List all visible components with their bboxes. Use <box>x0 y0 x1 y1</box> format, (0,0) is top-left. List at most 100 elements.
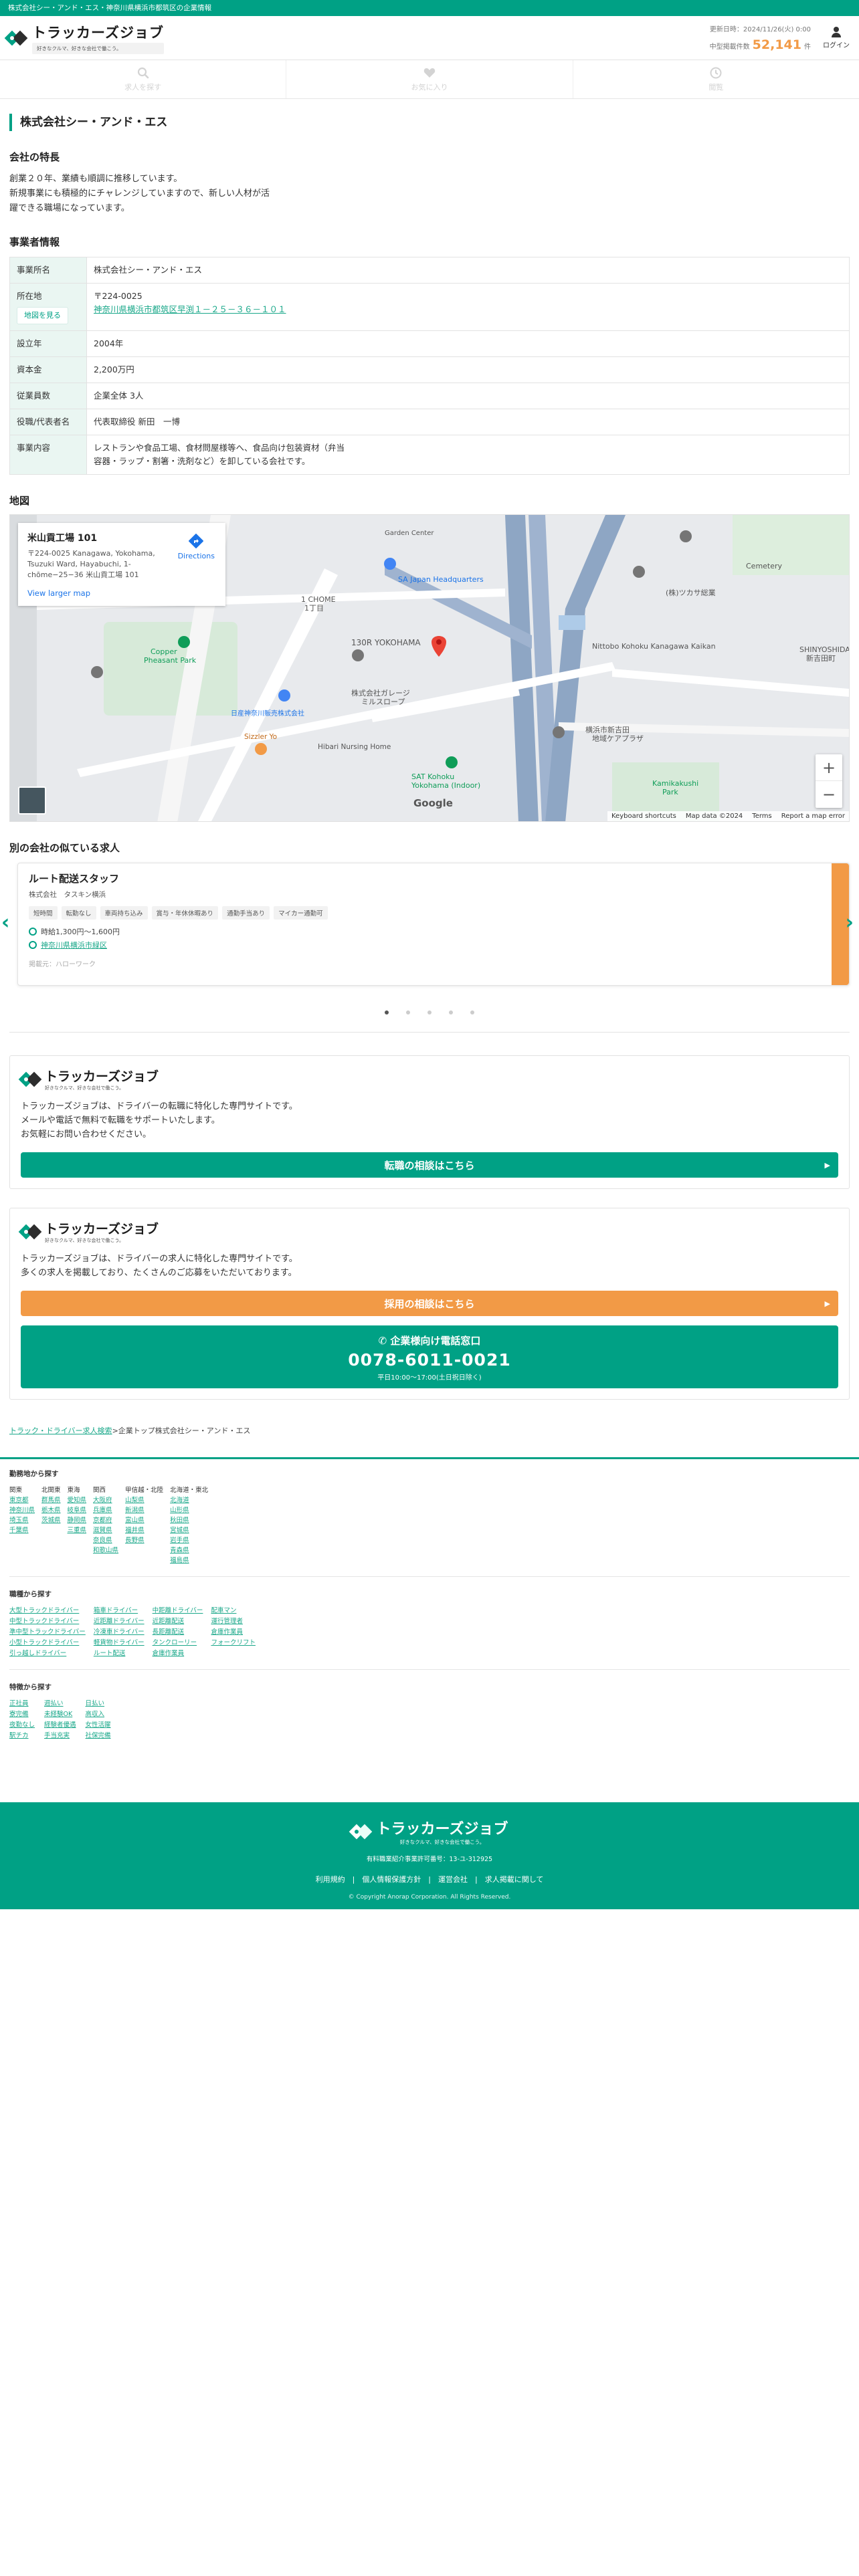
directions-button[interactable]: Directions <box>178 533 215 560</box>
region-link[interactable]: 福井県 <box>125 1525 163 1535</box>
feature-link[interactable]: 経験者優遇 <box>44 1720 76 1730</box>
region-link[interactable]: 滋賀県 <box>93 1525 118 1535</box>
region-link[interactable]: 群馬県 <box>41 1495 61 1505</box>
feature-link[interactable]: 手当充実 <box>44 1731 76 1741</box>
job-location-link[interactable]: 神奈川県横浜市緑区 <box>41 940 107 950</box>
carousel-prev-icon[interactable]: ‹ <box>1 911 9 934</box>
region-link[interactable]: 富山県 <box>125 1515 163 1525</box>
job-type-link[interactable]: 冷凍車ドライバー <box>94 1627 145 1637</box>
job-type-link[interactable]: 準中型トラックドライバー <box>9 1627 86 1637</box>
carousel-dot[interactable] <box>449 1010 453 1014</box>
embedded-map[interactable]: 1 CHOME 1丁目 130R YOKOHAMA 株式会社ガレージ ミルスロー… <box>9 514 850 822</box>
feature-link[interactable]: 寮完備 <box>9 1709 35 1719</box>
feature-link[interactable]: 夜勤なし <box>9 1720 35 1730</box>
region-link[interactable]: 京都府 <box>93 1515 118 1525</box>
nav-favorites-label: お気に入り <box>411 83 448 92</box>
region-link[interactable]: 静岡県 <box>68 1515 87 1525</box>
region-link[interactable]: 神奈川県 <box>9 1505 35 1515</box>
job-type-link[interactable]: 近距離配送 <box>153 1616 203 1626</box>
login-label: ログイン <box>823 41 850 49</box>
region-link[interactable]: 愛知県 <box>68 1495 87 1505</box>
region-link[interactable]: 秋田県 <box>170 1515 208 1525</box>
job-type-link[interactable]: 倉庫作業員 <box>153 1648 203 1658</box>
region-link[interactable]: 山形県 <box>170 1505 208 1515</box>
region-link[interactable]: 和歌山県 <box>93 1545 118 1555</box>
site-logo[interactable]: トラッカーズジョブ 好きなクルマ、好きな会社で働こう。 <box>4 22 164 54</box>
terms-link[interactable]: Terms <box>752 813 771 820</box>
job-type-link[interactable]: 近距離ドライバー <box>94 1616 145 1626</box>
row-value: レストランや食品工場、食材問屋様等へ、食品向け包装資材（弁当 容器・ラップ・割箸… <box>86 435 850 475</box>
feature-link[interactable]: 週払い <box>44 1699 76 1709</box>
carousel-dot[interactable] <box>406 1010 410 1014</box>
region-link[interactable]: 埼玉県 <box>9 1515 35 1525</box>
table-row: 設立年 2004年 <box>9 330 850 357</box>
satellite-toggle[interactable] <box>18 786 46 815</box>
job-type-link[interactable]: 大型トラックドライバー <box>9 1606 86 1616</box>
region-link[interactable]: 茨城県 <box>41 1515 61 1525</box>
footer-links: 勤務地から探す 関東 東京都 神奈川県 埼玉県 千葉県 北関東 群馬県 栃木県 茨城県 東海 愛知県… <box>0 1457 859 1741</box>
similar-jobs-heading: 別の会社の似ている求人 <box>9 842 120 854</box>
keyboard-shortcuts-link[interactable]: Keyboard shortcuts <box>611 813 676 820</box>
feature-link[interactable]: 正社員 <box>9 1699 35 1709</box>
footer-logo[interactable]: トラッカーズジョブ 好きなクルマ、好きな会社で働こう。 <box>349 1817 508 1846</box>
region-link[interactable]: 三重県 <box>68 1525 87 1535</box>
job-type-link[interactable]: 配車マン <box>211 1606 256 1616</box>
nav-history[interactable]: 閲覧 <box>573 60 859 98</box>
footer-nav-links[interactable]: 利用規約 | 個人情報保護方針 | 運営会社 | 求人掲載に関して <box>0 1874 859 1885</box>
updated-time: 更新日時：2024/11/26(火) 0:00 <box>709 26 811 33</box>
view-map-button[interactable]: 地図を見る <box>17 307 68 324</box>
info-heading: 事業者情報 <box>9 236 60 248</box>
employer-phone-box[interactable]: ✆ 企業様向け電話窓口 0078-6011-0021 平日10:00〜17:00… <box>21 1325 838 1388</box>
feature-link[interactable]: 社保完備 <box>86 1731 111 1741</box>
region-link[interactable]: 奈良県 <box>93 1535 118 1545</box>
region-link[interactable]: 千葉県 <box>9 1525 35 1535</box>
region-link[interactable]: 北海道 <box>170 1495 208 1505</box>
job-type-link[interactable]: 中型トラックドライバー <box>9 1616 86 1626</box>
carousel-dot[interactable] <box>470 1010 474 1014</box>
job-type-link[interactable]: ルート配送 <box>94 1648 145 1658</box>
job-type-link[interactable]: 中距離ドライバー <box>153 1606 203 1616</box>
region-link[interactable]: 栃木県 <box>41 1505 61 1515</box>
region-link[interactable]: 大阪府 <box>93 1495 118 1505</box>
region-link[interactable]: 岩手県 <box>170 1535 208 1545</box>
career-consult-button[interactable]: 転職の相談はこちら ▶ <box>21 1152 838 1178</box>
region-link[interactable]: 東京都 <box>9 1495 35 1505</box>
region-link[interactable]: 兵庫県 <box>93 1505 118 1515</box>
job-type-grid: 大型トラックドライバー 箱車ドライバー 中距離ドライバー 配車マン中型トラックドライバ… <box>9 1606 850 1658</box>
region-link[interactable]: 岐阜県 <box>68 1505 87 1515</box>
feature-link[interactable]: 日払い <box>86 1699 111 1709</box>
region-link[interactable]: 新潟県 <box>125 1505 163 1515</box>
breadcrumb-root-link[interactable]: トラック・ドライバー求人検索 <box>9 1426 112 1435</box>
region-link[interactable]: 福島県 <box>170 1555 208 1566</box>
feature-link[interactable]: 未経験OK <box>44 1709 76 1719</box>
job-type-link[interactable]: タンクローリー <box>153 1638 203 1648</box>
job-type-link[interactable]: 長距離配送 <box>153 1627 203 1637</box>
job-type-link[interactable]: フォークリフト <box>211 1638 256 1648</box>
zoom-in-button[interactable]: + <box>816 754 842 781</box>
job-card[interactable]: ルート配送スタッフ 株式会社 タスキン横浜 短時間 転勤なし 車両持ち込み 賞与… <box>17 863 850 986</box>
hiring-consult-button[interactable]: 採用の相談はこちら ▶ <box>21 1291 838 1316</box>
job-type-link[interactable]: 小型トラックドライバー <box>9 1638 86 1648</box>
zoom-out-button[interactable]: − <box>816 781 842 808</box>
job-type-link[interactable]: 軽貨物ドライバー <box>94 1638 145 1648</box>
address-link[interactable]: 神奈川県横浜市都筑区早渕１－２５－３６－１０１ <box>94 304 286 314</box>
carousel-dot[interactable] <box>427 1010 432 1014</box>
report-error-link[interactable]: Report a map error <box>781 813 845 820</box>
job-type-link[interactable]: 倉庫作業員 <box>211 1627 256 1637</box>
job-type-link[interactable]: 箱車ドライバー <box>94 1606 145 1616</box>
nav-favorites[interactable]: お気に入り <box>286 60 573 98</box>
feature-link[interactable]: 高収入 <box>86 1709 111 1719</box>
region-link[interactable]: 青森県 <box>170 1545 208 1555</box>
login-button[interactable]: ログイン <box>823 26 850 49</box>
carousel-dot[interactable] <box>385 1010 389 1014</box>
region-link[interactable]: 長野県 <box>125 1535 163 1545</box>
feature-link[interactable]: 女性活躍 <box>86 1720 111 1730</box>
region-link[interactable]: 山梨県 <box>125 1495 163 1505</box>
region-link[interactable]: 宮城県 <box>170 1525 208 1535</box>
job-type-link[interactable]: 引っ越しドライバー <box>9 1648 86 1658</box>
view-larger-map-link[interactable]: View larger map <box>27 588 216 598</box>
job-type-link[interactable]: 運行管理者 <box>211 1616 256 1626</box>
carousel-next-icon[interactable]: › <box>846 911 854 934</box>
feature-link[interactable]: 駅チカ <box>9 1731 35 1741</box>
nav-search[interactable]: 求人を探す <box>0 60 287 98</box>
